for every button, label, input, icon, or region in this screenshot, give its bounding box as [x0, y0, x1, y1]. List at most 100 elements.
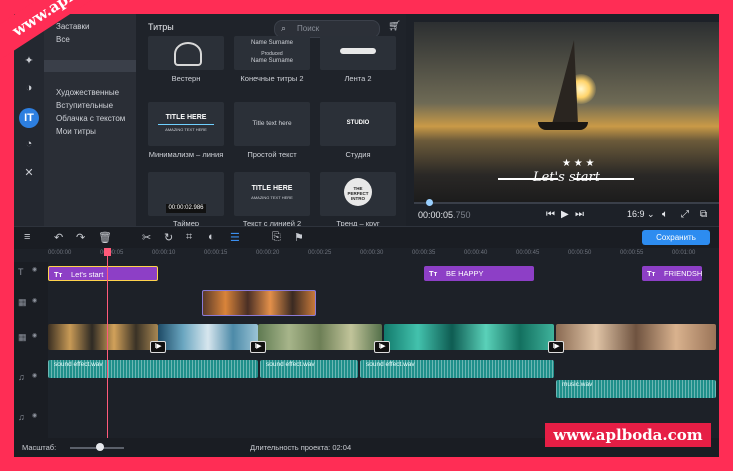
title-tile[interactable]	[320, 36, 396, 70]
video-clip[interactable]	[158, 324, 258, 350]
title-tile[interactable]: STUDIO	[320, 102, 396, 146]
tile-label: Вестерн	[171, 74, 201, 83]
video-clip[interactable]	[384, 324, 554, 350]
title-categories: Заставки Все Художественные Вступительны…	[44, 14, 136, 226]
clock-icon[interactable]: ◔	[19, 134, 39, 154]
mute-icon[interactable]: ◉	[32, 372, 37, 379]
properties-icon[interactable]: ☰	[230, 231, 240, 244]
title-tile[interactable]: THE PERFECT INTRO	[320, 172, 396, 216]
clip-label: sound effect.wav	[54, 361, 103, 368]
aspect-ratio-select[interactable]: 16:9 ⌄	[627, 209, 655, 220]
ruler-tick: 00:00:55	[620, 250, 644, 256]
tile-text: STUDIO	[346, 120, 370, 126]
fullscreen-icon[interactable]: ⧉	[700, 209, 707, 220]
ruler-tick: 00:00:20	[256, 250, 280, 256]
clip-label: BE HAPPY	[446, 269, 484, 278]
preview-progress[interactable]	[414, 199, 719, 206]
skip-forward-icon[interactable]: ⏭	[575, 209, 584, 220]
video-clip[interactable]	[48, 324, 158, 350]
ruler-tick: 00:01:00	[672, 250, 696, 256]
video-clip[interactable]	[258, 324, 382, 350]
title-tile[interactable]: TITLE HERE AMAZING TEXT HERE	[234, 172, 310, 216]
title-track-icon: T	[18, 267, 24, 277]
category-item[interactable]: Заставки	[56, 22, 90, 31]
add-track-icon[interactable]: ≡	[24, 231, 30, 243]
delete-icon[interactable]: 🗑︎	[98, 231, 112, 244]
ruler-tick: 00:00:00	[48, 250, 72, 256]
filters-icon[interactable]: ◑	[19, 78, 39, 98]
progress-knob[interactable]	[426, 199, 433, 206]
category-item-selected[interactable]	[44, 60, 136, 72]
category-item[interactable]: Облачка с текстом	[56, 114, 125, 123]
playhead[interactable]	[104, 248, 111, 438]
tile-label: Минимализм – линия	[148, 150, 224, 159]
rotate-icon[interactable]: ↻	[164, 231, 173, 244]
play-icon[interactable]: ▶	[561, 209, 569, 220]
title-tile[interactable]: 00:00:02.986	[148, 172, 224, 216]
audio-clip[interactable]: sound effect.wav	[48, 360, 258, 378]
redo-icon[interactable]: ↷	[76, 231, 85, 244]
tools-icon[interactable]: ✕	[19, 162, 39, 182]
transition-marker[interactable]: I▶	[250, 341, 266, 353]
fit-icon[interactable]: ⤢	[681, 209, 689, 220]
tile-text: Title text here	[252, 120, 292, 127]
cart-icon[interactable]: 🛒︎	[388, 21, 401, 32]
ruler-tick: 00:00:25	[308, 250, 332, 256]
title-tile[interactable]	[148, 36, 224, 70]
timeline-ruler[interactable]: 00:00:00 00:00:05 00:00:10 00:00:15 00:0…	[48, 248, 719, 262]
tile-text: Name Surname	[250, 40, 294, 46]
audio-clip[interactable]: sound effect.wav	[260, 360, 358, 378]
visibility-icon[interactable]: ◉	[32, 297, 37, 304]
cut-icon[interactable]: ✂	[142, 231, 151, 244]
crop-icon[interactable]: ⌗	[186, 231, 192, 244]
category-item[interactable]: Художественные	[56, 88, 119, 97]
ruler-tick: 00:00:10	[152, 250, 176, 256]
transition-marker[interactable]: I▶	[150, 341, 166, 353]
zoom-slider-knob[interactable]	[96, 443, 104, 451]
title-clip[interactable]: Tт FRIENDSHIP	[642, 266, 702, 281]
category-item[interactable]: Все	[56, 35, 70, 44]
transition-marker[interactable]: I▶	[548, 341, 564, 353]
volume-icon[interactable]: 🔈︎	[662, 209, 668, 220]
title-clip-icon: Tт	[54, 270, 63, 279]
title-tile[interactable]: Title text here	[234, 102, 310, 146]
star-icon: ★ ★ ★	[562, 158, 595, 169]
transition-marker[interactable]: I▶	[374, 341, 390, 353]
titles-tool-icon[interactable]: IT	[19, 108, 39, 128]
video-clip[interactable]	[556, 324, 716, 350]
magic-wand-icon[interactable]: ✦	[19, 50, 39, 70]
marker-icon[interactable]: ⚑	[294, 231, 304, 244]
title-tile[interactable]: Name Surname Produced Name Surname	[234, 36, 310, 70]
snapshot-icon[interactable]: ⎘	[272, 231, 281, 244]
ruler-tick: 00:00:35	[412, 250, 436, 256]
tile-subtext: AMAZING TEXT HERE	[165, 127, 207, 132]
timecode-main: 00:00:05	[418, 210, 454, 220]
tile-line	[158, 124, 214, 125]
visibility-icon[interactable]: ◉	[32, 332, 37, 339]
music-track-icon: ♫	[18, 412, 25, 422]
audio-clip[interactable]: sound effect.wav	[360, 360, 554, 378]
title-clip-icon: Tт	[429, 269, 438, 278]
color-icon[interactable]: ◐	[208, 231, 215, 243]
visibility-icon[interactable]: ◉	[32, 266, 37, 273]
ruler-tick: 00:00:45	[516, 250, 540, 256]
duration-label: Длительность проекта: 02:04	[250, 443, 351, 452]
playhead-handle[interactable]	[104, 248, 111, 256]
tile-text: 00:00:02.986	[168, 205, 204, 211]
title-clip[interactable]: Tт BE HAPPY	[424, 266, 534, 281]
title-clip-icon: Tт	[647, 269, 656, 278]
undo-icon[interactable]: ↶	[54, 231, 63, 244]
mute-icon[interactable]: ◉	[32, 412, 37, 419]
overlay-clip[interactable]	[202, 290, 316, 316]
category-item[interactable]: Мои титры	[56, 127, 96, 136]
title-clip[interactable]: Tт Let's start	[48, 266, 158, 281]
title-tile[interactable]: TITLE HERE AMAZING TEXT HERE	[148, 102, 224, 146]
save-button[interactable]: Сохранить	[642, 230, 710, 245]
clip-label: sound effect.wav	[366, 361, 415, 368]
category-item[interactable]: Вступительные	[56, 101, 113, 110]
track-headers: T ◉ ▦ ◉ ▦ ◉ ♫ ◉ ♫ ◉	[14, 262, 48, 438]
audio-clip[interactable]: music.wav	[556, 380, 716, 398]
tile-label: Конечные титры 2	[240, 74, 304, 83]
video-preview[interactable]: ★ ★ ★ Let's start	[414, 22, 719, 202]
skip-back-icon[interactable]: ⏮	[546, 209, 555, 220]
